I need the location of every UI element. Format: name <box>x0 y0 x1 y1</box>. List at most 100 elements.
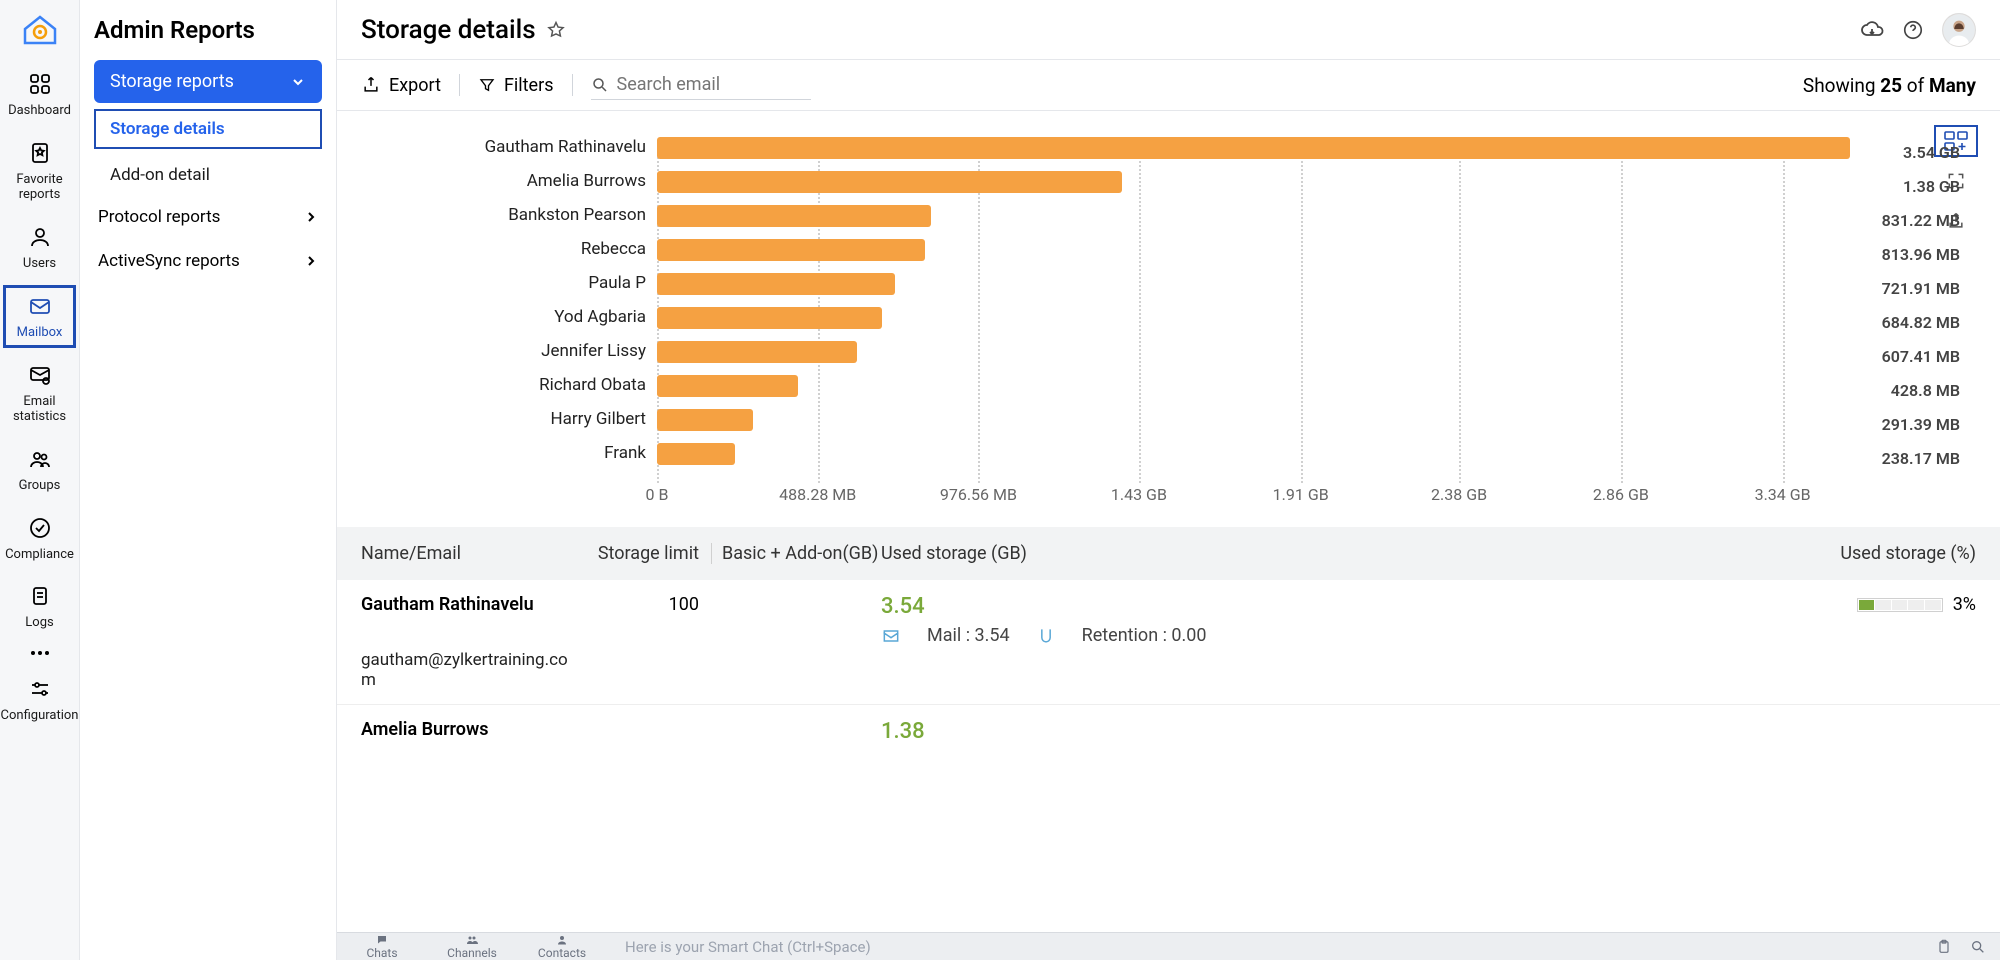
page-title: Storage details <box>361 15 536 45</box>
chart-gridline <box>1301 141 1303 483</box>
chart-bar[interactable] <box>657 443 735 465</box>
chart-value-label: 721.91 MB <box>1860 279 1960 298</box>
nav-compliance[interactable]: Compliance <box>0 504 79 573</box>
sub-item-storage-details[interactable]: Storage details <box>94 109 322 149</box>
chart-bar[interactable] <box>657 205 931 227</box>
export-button[interactable]: Export <box>361 75 441 96</box>
chart-value-label: 238.17 MB <box>1860 449 1960 468</box>
pct-bar <box>1857 598 1943 612</box>
check-circle-icon <box>26 514 54 542</box>
chart-bar[interactable] <box>657 273 895 295</box>
star-list-icon <box>26 139 54 167</box>
nav-label: Logs <box>25 616 53 631</box>
nav-label: Users <box>23 257 56 272</box>
divider <box>459 74 460 96</box>
chart-bar[interactable] <box>657 409 753 431</box>
clipboard-icon[interactable] <box>1936 939 1952 955</box>
sub-item-addon-detail[interactable]: Add-on detail <box>94 155 322 195</box>
smart-chat-input[interactable]: Here is your Smart Chat (Ctrl+Space) <box>607 938 1936 956</box>
chart-bar[interactable] <box>657 375 798 397</box>
table-row[interactable]: Amelia Burrows 1.38 <box>337 704 2000 748</box>
row-email: gautham@zylkertraining.com <box>361 650 581 690</box>
chart-bar[interactable] <box>657 239 925 261</box>
chart-row: 1.38 GB <box>651 165 1850 199</box>
row-used: 1.38 <box>881 719 1776 744</box>
filters-button[interactable]: Filters <box>478 75 554 96</box>
nav-more[interactable] <box>0 641 79 665</box>
chart-row: 813.96 MB <box>651 233 1850 267</box>
nav-dashboard[interactable]: Dashboard <box>0 60 79 129</box>
chart-row: 721.91 MB <box>651 267 1850 301</box>
user-avatar[interactable] <box>1942 13 1976 47</box>
bb-contacts[interactable]: Contacts <box>517 934 607 959</box>
chevron-right-icon <box>304 210 318 224</box>
col-name: Name/Email <box>361 543 581 564</box>
chart-row: 428.8 MB <box>651 369 1850 403</box>
mail-gear-icon <box>26 361 54 389</box>
row-name: Amelia Burrows <box>361 719 581 740</box>
activesync-reports-group[interactable]: ActiveSync reports <box>94 239 322 283</box>
nav-label: Mailbox <box>17 326 63 341</box>
chart-category-label: Richard Obata <box>361 375 646 395</box>
chart-row: 3.54 GB <box>651 131 1850 165</box>
table-row[interactable]: Gautham Rathinavelu 100 3.54 Mail : 3.54… <box>337 580 2000 704</box>
chart-track: 721.91 MB <box>657 279 1850 289</box>
bb-channels[interactable]: Channels <box>427 934 517 959</box>
nav-groups[interactable]: Groups <box>0 435 79 504</box>
chart-track: 238.17 MB <box>657 449 1850 459</box>
storage-reports-group[interactable]: Storage reports <box>94 60 322 103</box>
search-box[interactable] <box>591 70 811 100</box>
retention-icon <box>1036 626 1056 646</box>
row-retention: Retention : 0.00 <box>1082 625 1207 646</box>
chart-bar[interactable] <box>657 307 882 329</box>
groups-icon <box>465 934 479 946</box>
axis-tick-label: 0 B <box>646 485 669 504</box>
group-label: Protocol reports <box>98 207 220 227</box>
chart-row: 831.22 MB <box>651 199 1850 233</box>
showing-count: Showing 25 of Many <box>1803 74 1976 97</box>
protocol-reports-group[interactable]: Protocol reports <box>94 195 322 239</box>
axis-tick-label: 2.86 GB <box>1593 485 1649 504</box>
nav-favorite-reports[interactable]: Favorite reports <box>0 129 79 213</box>
chart-gridline <box>1783 141 1785 483</box>
app-logo <box>21 13 59 47</box>
help-icon[interactable] <box>1902 19 1924 41</box>
groups-icon <box>26 445 54 473</box>
app-title: Admin Reports <box>94 16 255 44</box>
nav-logs[interactable]: Logs <box>0 572 79 641</box>
chart-value-label: 3.54 GB <box>1860 143 1960 162</box>
axis-tick-label: 1.91 GB <box>1273 485 1329 504</box>
divider <box>572 74 573 96</box>
search-input[interactable] <box>617 74 797 95</box>
nav-label: Compliance <box>5 548 74 563</box>
chart-row: 291.39 MB <box>651 403 1850 437</box>
nav-configuration[interactable]: Configuration <box>0 665 79 734</box>
cloud-download-icon[interactable] <box>1860 18 1884 42</box>
chart-track: 831.22 MB <box>657 211 1850 221</box>
nav-email-statistics[interactable]: Email statistics <box>0 351 79 435</box>
nav-users[interactable]: Users <box>0 213 79 282</box>
chart-bar[interactable] <box>657 137 1850 159</box>
nav-mailbox[interactable]: Mailbox <box>0 282 79 351</box>
chart-bar[interactable] <box>657 171 1122 193</box>
search-icon[interactable] <box>1970 939 1986 955</box>
table-header: Name/Email Storage limit Basic + Add-on(… <box>337 527 2000 580</box>
chart-category-label: Paula P <box>361 273 646 293</box>
chart-bar[interactable] <box>657 341 857 363</box>
chart-track: 3.54 GB <box>657 143 1850 153</box>
user-icon <box>26 223 54 251</box>
row-limit: 100 <box>581 594 711 615</box>
col-basic: Basic + Add-on(GB) <box>711 543 881 564</box>
mail-icon <box>26 292 54 320</box>
chart-category-label: Jennifer Lissy <box>361 341 646 361</box>
star-icon[interactable] <box>546 20 566 40</box>
bb-chats[interactable]: Chats <box>337 934 427 959</box>
top-bar: Storage details <box>337 0 2000 60</box>
chart-value-label: 607.41 MB <box>1860 347 1960 366</box>
chart-value-label: 1.38 GB <box>1860 177 1960 196</box>
export-label: Export <box>389 75 441 96</box>
chevron-down-icon <box>290 74 306 90</box>
nav-label: Dashboard <box>8 104 71 119</box>
chart-value-label: 428.8 MB <box>1860 381 1960 400</box>
nav-label: Favorite reports <box>0 173 79 203</box>
